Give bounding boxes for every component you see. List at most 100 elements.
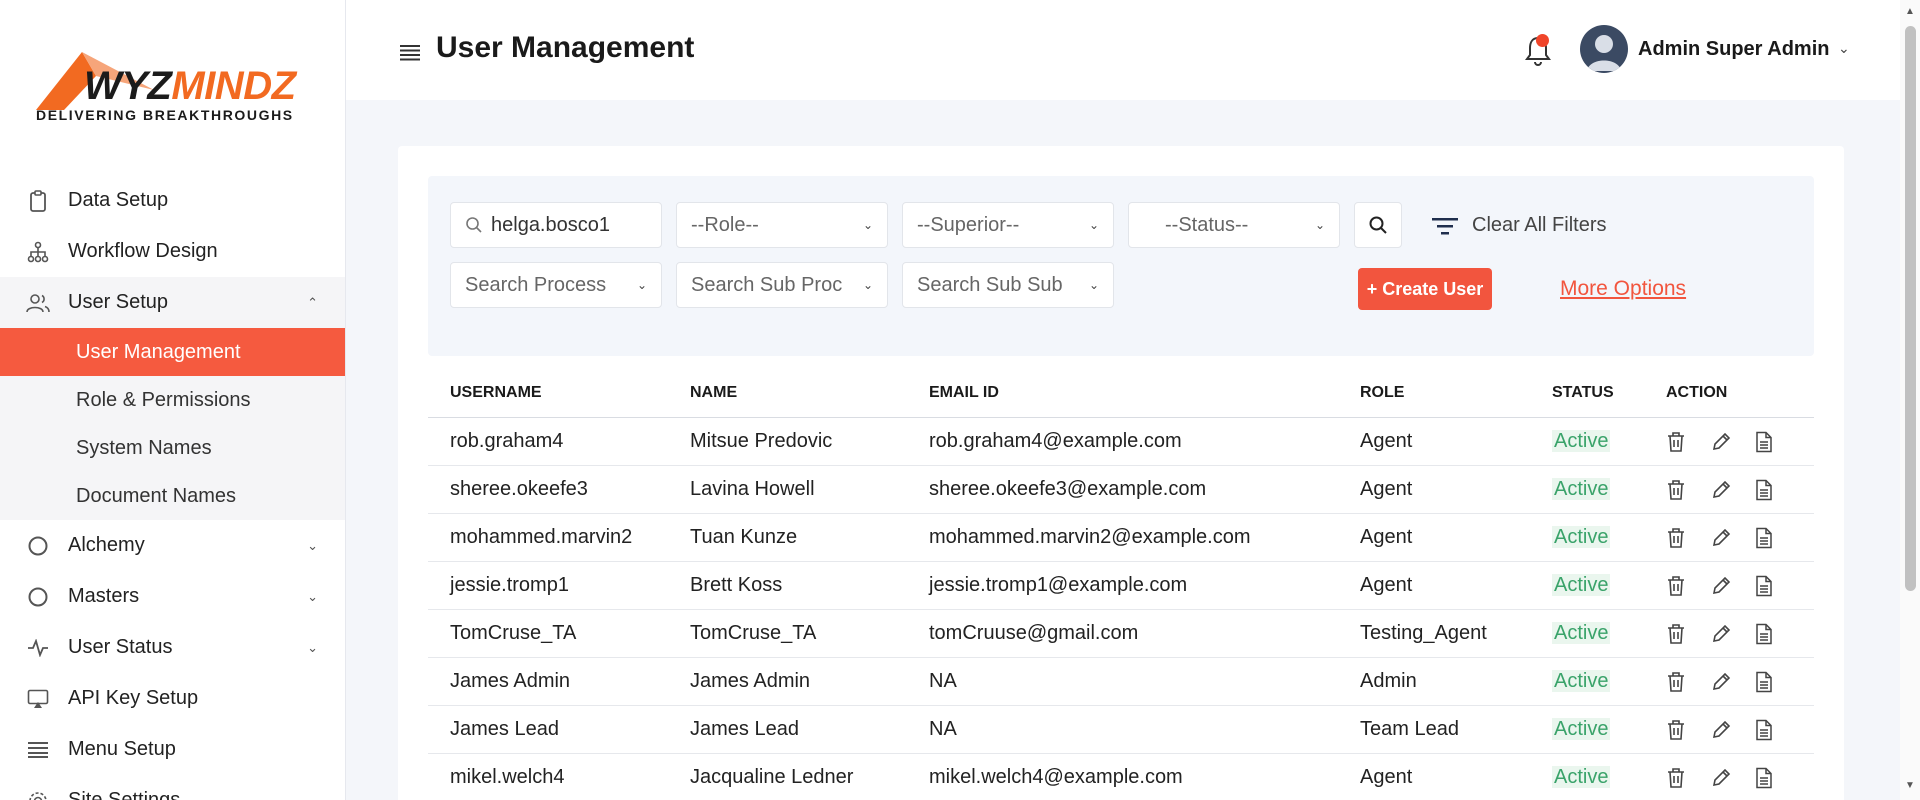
sidebar-item-menu-setup[interactable]: Menu Setup (0, 724, 345, 775)
column-header-name[interactable]: NAME (690, 384, 929, 402)
clear-all-filters-button[interactable]: Clear All Filters (1432, 214, 1606, 237)
cell-status: Active (1552, 574, 1666, 597)
circle-icon (26, 534, 50, 558)
chevron-down-icon: ⌄ (862, 278, 873, 292)
sidebar-item-role-permissions[interactable]: Role & Permissions (0, 376, 345, 424)
edit-icon[interactable] (1710, 479, 1754, 501)
document-icon[interactable] (1754, 575, 1798, 597)
column-header-username[interactable]: USERNAME (428, 384, 690, 402)
users-table: USERNAME NAME EMAIL ID ROLE STATUS ACTIO… (428, 368, 1814, 800)
company-logo[interactable]: WYZMINDZ DELIVERING BREAKTHROUGHS (34, 50, 314, 125)
document-icon[interactable] (1754, 527, 1798, 549)
cell-email: mikel.welch4@example.com (929, 766, 1183, 788)
sidebar-item-masters[interactable]: Masters ⌄ (0, 571, 345, 622)
table-row: TomCruse_TA TomCruse_TA tomCruuse@gmail.co… (428, 610, 1814, 658)
top-header: User Management Admin Super Admin ⌄ (346, 0, 1900, 100)
sidebar-item-alchemy[interactable]: Alchemy ⌄ (0, 520, 345, 571)
superior-select-value: --Superior-- (917, 213, 1020, 236)
cell-role: Agent (1360, 478, 1413, 500)
chevron-down-icon: ⌄ (1088, 278, 1099, 292)
hamburger-menu-icon[interactable] (400, 40, 420, 68)
table-header-row: USERNAME NAME EMAIL ID ROLE STATUS ACTIO… (428, 368, 1814, 418)
delete-icon[interactable] (1666, 479, 1710, 501)
search-button[interactable] (1354, 202, 1402, 248)
activity-icon (26, 636, 50, 660)
document-icon[interactable] (1754, 719, 1798, 741)
column-header-role[interactable]: ROLE (1360, 384, 1552, 402)
superior-select[interactable]: --Superior-- ⌄ (902, 202, 1114, 248)
search-input-wrapper (450, 202, 662, 248)
more-options-link[interactable]: More Options (1560, 277, 1686, 301)
delete-icon[interactable] (1666, 575, 1710, 597)
clipboard-icon (26, 189, 50, 213)
column-header-email[interactable]: EMAIL ID (929, 384, 1360, 402)
document-icon[interactable] (1754, 623, 1798, 645)
table-row: sheree.okeefe3 Lavina Howell sheree.okeefe… (428, 466, 1814, 514)
avatar[interactable] (1580, 25, 1628, 73)
cell-role: Agent (1360, 574, 1413, 596)
cell-username: mikel.welch4 (450, 766, 565, 788)
brand-name: WYZMINDZ (84, 64, 296, 108)
list-icon (26, 738, 50, 762)
cell-status: Active (1552, 430, 1666, 453)
sidebar-item-document-names[interactable]: Document Names (0, 472, 345, 520)
edit-icon[interactable] (1710, 767, 1754, 789)
page-scrollbar[interactable]: ▲ ▼ (1900, 0, 1920, 800)
delete-icon[interactable] (1666, 431, 1710, 453)
document-icon[interactable] (1754, 479, 1798, 501)
document-icon[interactable] (1754, 767, 1798, 789)
cell-name: Lavina Howell (690, 478, 815, 500)
delete-icon[interactable] (1666, 623, 1710, 645)
edit-icon[interactable] (1710, 575, 1754, 597)
create-user-button[interactable]: + Create User (1358, 268, 1492, 310)
sub-process-select-placeholder: Search Sub Proc (691, 273, 843, 296)
sidebar-item-api-key-setup[interactable]: API Key Setup (0, 673, 345, 724)
sidebar-item-user-management[interactable]: User Management (0, 328, 345, 376)
sidebar-item-system-names[interactable]: System Names (0, 424, 345, 472)
role-select[interactable]: --Role-- ⌄ (676, 202, 888, 248)
scrollbar-thumb[interactable] (1905, 26, 1916, 591)
sidebar-item-label: User Setup (68, 291, 169, 313)
chevron-down-icon: ⌄ (862, 218, 873, 232)
cell-actions (1666, 671, 1814, 693)
cell-email: mohammed.marvin2@example.com (929, 526, 1251, 548)
document-icon[interactable] (1754, 671, 1798, 693)
document-icon[interactable] (1754, 431, 1798, 453)
circle-icon (26, 585, 50, 609)
edit-icon[interactable] (1710, 719, 1754, 741)
cell-name: Mitsue Predovic (690, 430, 833, 452)
delete-icon[interactable] (1666, 719, 1710, 741)
scroll-up-arrow-icon[interactable]: ▲ (1905, 6, 1915, 17)
status-badge: Active (1552, 622, 1611, 644)
status-select[interactable]: --Status-- ⌄ (1128, 202, 1340, 248)
cell-name: Brett Koss (690, 574, 783, 596)
sidebar-item-site-settings[interactable]: Site Settings (0, 775, 345, 800)
status-badge: Active (1552, 478, 1611, 500)
chevron-down-icon[interactable]: ⌄ (1838, 40, 1850, 57)
cell-username: rob.graham4 (450, 430, 564, 452)
sidebar-item-workflow-design[interactable]: Workflow Design (0, 226, 345, 277)
cell-username: James Lead (450, 718, 559, 740)
cell-status: Active (1552, 670, 1666, 693)
cell-name: TomCruse_TA (690, 622, 817, 644)
admin-user-name[interactable]: Admin Super Admin (1638, 38, 1829, 61)
delete-icon[interactable] (1666, 527, 1710, 549)
cell-email: tomCruuse@gmail.com (929, 622, 1139, 644)
column-header-status[interactable]: STATUS (1552, 384, 1666, 402)
sidebar-item-user-status[interactable]: User Status ⌄ (0, 622, 345, 673)
sidebar-item-data-setup[interactable]: Data Setup (0, 175, 345, 226)
delete-icon[interactable] (1666, 767, 1710, 789)
search-input[interactable] (491, 213, 641, 237)
sub-process-select[interactable]: Search Sub Proc ⌄ (676, 262, 888, 308)
status-badge: Active (1552, 430, 1611, 452)
edit-icon[interactable] (1710, 431, 1754, 453)
sub-sub-process-select[interactable]: Search Sub Sub ⌄ (902, 262, 1114, 308)
delete-icon[interactable] (1666, 671, 1710, 693)
table-row: rob.graham4 Mitsue Predovic rob.graham4@ex… (428, 418, 1814, 466)
process-select[interactable]: Search Process ⌄ (450, 262, 662, 308)
sidebar-item-user-setup[interactable]: User Setup ⌃ (0, 277, 345, 328)
edit-icon[interactable] (1710, 527, 1754, 549)
edit-icon[interactable] (1710, 671, 1754, 693)
edit-icon[interactable] (1710, 623, 1754, 645)
scroll-down-arrow-icon[interactable]: ▼ (1905, 780, 1915, 791)
